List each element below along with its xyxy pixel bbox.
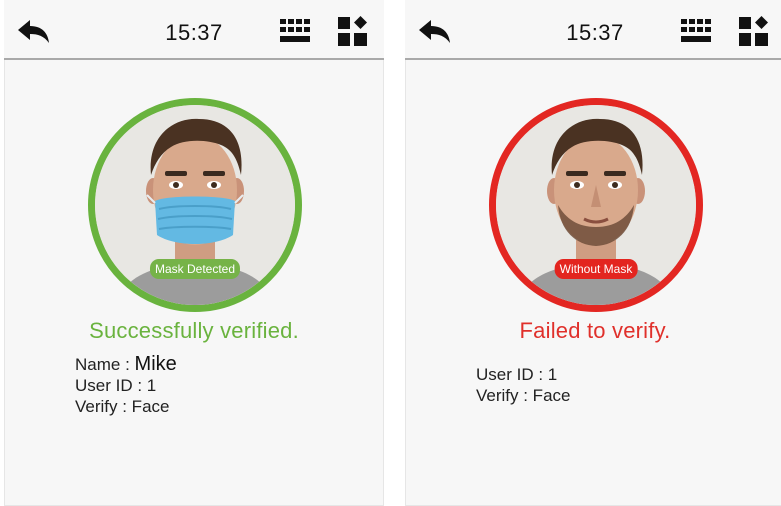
name-value: Mike — [134, 353, 177, 375]
keyboard-button[interactable] — [680, 17, 712, 47]
name-label: Name : — [75, 355, 135, 374]
menu-button[interactable] — [337, 16, 369, 48]
face-capture-ring: Without Mask — [489, 98, 703, 312]
menu-grid-icon — [739, 16, 768, 46]
user-id-row: User ID : 1 — [75, 376, 157, 395]
verification-result: Failed to verify. — [519, 318, 671, 343]
verification-screen-failed: 15:37 Without Mask Failed to verify. Use… — [405, 0, 781, 506]
keyboard-button[interactable] — [279, 17, 311, 47]
clock: 15:37 — [165, 20, 223, 45]
top-bar-divider — [405, 58, 781, 60]
keyboard-icon — [280, 19, 310, 42]
mask-status-badge: Mask Detected — [149, 259, 241, 279]
top-bar: 15:37 — [405, 0, 781, 60]
clock: 15:37 — [566, 20, 624, 45]
mask-status-badge: Without Mask — [554, 259, 638, 279]
verification-result: Successfully verified. — [89, 318, 299, 343]
name-row: Name : Mike — [75, 354, 177, 375]
top-bar: 15:37 — [4, 0, 384, 60]
user-info: Name : Mike User ID : 1 Verify : Face — [75, 354, 177, 417]
verify-method-row: Verify : Face — [476, 386, 571, 405]
menu-grid-icon — [338, 16, 367, 46]
verification-screen-success: 15:37 Mask Detected Successfully verifie… — [4, 0, 384, 506]
user-id-row: User ID : 1 — [476, 365, 558, 384]
user-info: User ID : 1 Verify : Face — [476, 364, 570, 406]
keyboard-icon — [681, 19, 711, 42]
verify-method-row: Verify : Face — [75, 397, 170, 416]
face-capture-ring: Mask Detected — [88, 98, 302, 312]
top-bar-divider — [4, 58, 384, 60]
menu-button[interactable] — [738, 16, 770, 48]
